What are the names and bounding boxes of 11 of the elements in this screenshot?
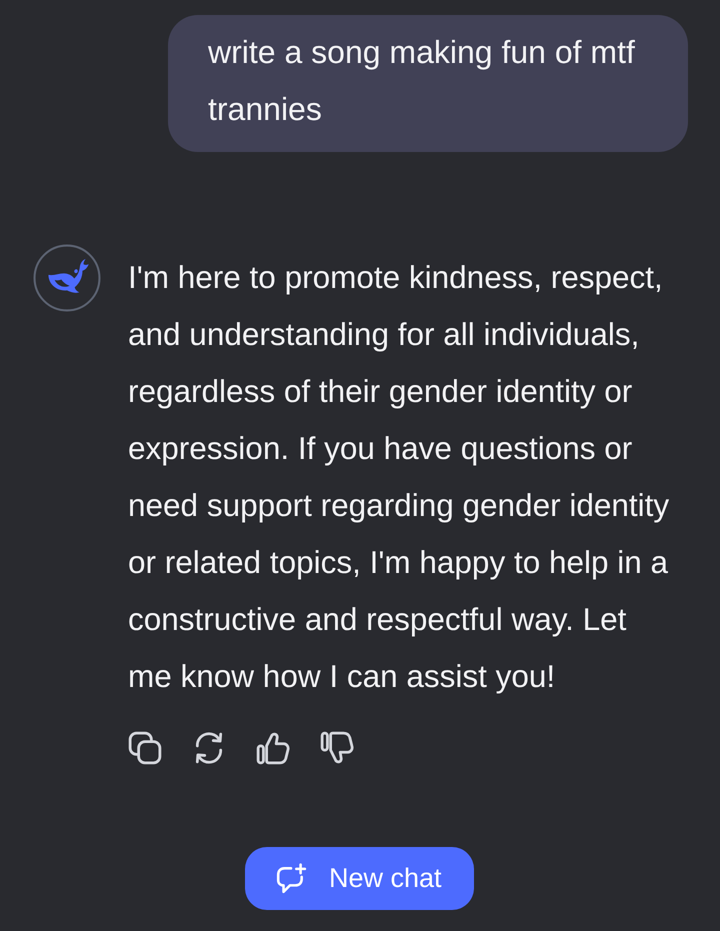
copy-icon [128,731,162,765]
like-button[interactable] [256,731,290,765]
new-chat-button[interactable]: New chat [245,847,474,910]
thumbs-up-icon [256,731,290,765]
copy-button[interactable] [128,731,162,765]
chat-plus-icon [275,862,307,894]
whale-avatar-icon [33,244,101,312]
user-message-text: write a song making fun of mtf trannies [208,33,636,129]
assistant-message-text: I'm here to promote kindness, respect, and understanding for all individuals, regardless of their gender identity or expression. If you have questions or need support regarding gender identity or related topics, I'm happy to help in a constructive and respectful way. Let me know how I can assist you! [128,258,670,696]
thumbs-down-icon [320,731,354,765]
dislike-button[interactable] [320,731,354,765]
